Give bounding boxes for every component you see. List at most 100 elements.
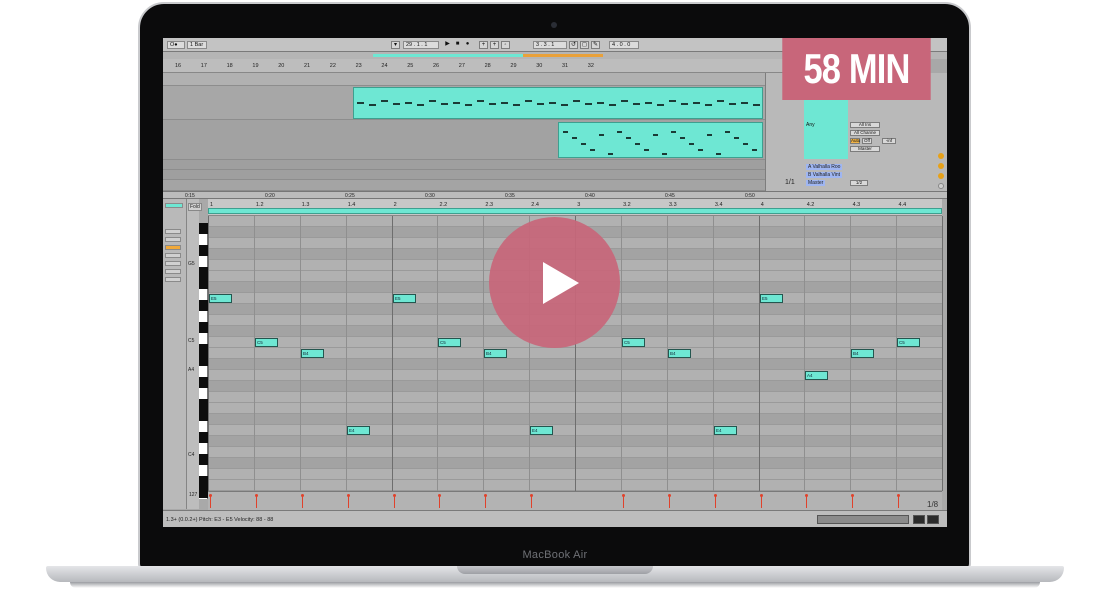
clip-prop-button[interactable] [165,229,181,234]
midi-note[interactable]: C5 [438,338,461,347]
piano-black-key[interactable] [199,344,208,355]
velocity-marker[interactable] [530,494,533,508]
velocity-marker[interactable] [760,494,763,508]
velocity-marker[interactable] [714,494,717,508]
piano-black-key[interactable] [199,399,208,410]
midi-clip[interactable] [353,87,763,119]
output-select[interactable]: Master [850,146,880,152]
auto-button-2[interactable]: Auto [850,138,860,144]
piano-black-key[interactable] [199,245,208,256]
off-button-2[interactable]: Off [862,138,872,144]
midi-note[interactable]: C5 [897,338,920,347]
midi-note[interactable]: E4 [530,426,553,435]
piano-black-key[interactable] [199,487,208,498]
midi-note[interactable]: B4 [668,349,691,358]
velocity-marker[interactable] [805,494,808,508]
clip-prop-button[interactable] [165,269,181,274]
velocity-marker[interactable] [897,494,900,508]
clip-note-mark [489,103,496,105]
clip-prop-button[interactable] [165,261,181,266]
midi-note[interactable]: A4 [805,371,828,380]
track-activator-icon[interactable] [938,163,944,169]
clip-prop-button[interactable] [165,277,181,282]
fold-button[interactable]: Fold [188,203,202,211]
loop-brace[interactable] [208,208,942,214]
velocity-marker[interactable] [209,494,212,508]
mode-field[interactable]: O● [167,41,185,49]
midi-note[interactable]: E5 [209,294,232,303]
piano-black-key[interactable] [199,432,208,443]
track-lane-1[interactable] [163,86,803,120]
piano-black-key[interactable] [199,355,208,366]
piano-black-key[interactable] [199,278,208,289]
loop-start-field[interactable]: 3 . 3 . 1 [533,41,567,49]
return-track-a[interactable] [163,160,803,170]
midi-note[interactable]: E5 [393,294,416,303]
piano-keyboard[interactable] [199,223,208,499]
midi-note[interactable]: E5 [760,294,783,303]
quantize-select[interactable]: 1 Bar [187,41,207,49]
piano-black-key[interactable] [199,322,208,333]
arrangement-ruler[interactable]: 16 17 18 19 20 21 22 23 24 25 26 27 28 29 30 31 32 [163,59,803,73]
volume-readout[interactable]: -inf [882,138,896,144]
overview-map[interactable] [817,515,909,524]
master-track[interactable] [163,180,803,191]
velocity-marker[interactable] [668,494,671,508]
piano-black-key[interactable] [199,410,208,421]
input-select[interactable]: All Ins [850,122,880,128]
stop-icon[interactable]: ■ [453,41,462,49]
punch-icon[interactable]: ◻ [580,41,589,49]
piano-black-key[interactable] [199,476,208,487]
position-field[interactable]: 29 . 1 . 1 [403,41,439,49]
master-name[interactable]: Master [806,180,826,186]
master-fraction[interactable]: 1/2 [850,180,868,186]
midi-note[interactable]: E4 [347,426,370,435]
return-a-name[interactable]: A Valhalla Roo [806,164,843,170]
velocity-marker[interactable] [393,494,396,508]
track-activator-icon[interactable] [938,153,944,159]
midi-note[interactable]: B4 [851,349,874,358]
velocity-marker[interactable] [255,494,258,508]
velocity-marker[interactable] [622,494,625,508]
velocity-marker[interactable] [347,494,350,508]
follow-button[interactable]: ▾ [391,41,400,49]
piano-black-key[interactable] [199,267,208,278]
piano-black-key[interactable] [199,223,208,234]
velocity-marker[interactable] [851,494,854,508]
track-lane-2[interactable] [163,120,803,160]
velocity-marker[interactable] [301,494,304,508]
midi-clip[interactable] [558,122,763,158]
clip-prop-button[interactable] [165,245,181,250]
bar-number: 21 [304,63,311,69]
view-toggle-icon[interactable] [913,515,925,524]
velocity-marker[interactable] [484,494,487,508]
piano-black-key[interactable] [199,454,208,465]
loop-length-field[interactable]: 4 . 0 . 0 [609,41,639,49]
play-overlay-button[interactable] [489,217,620,348]
overdub-icon[interactable]: + [479,41,488,49]
play-transport-icon[interactable]: ▶ [443,41,452,49]
velocity-lane[interactable] [208,491,942,510]
clip-color-button[interactable] [165,203,183,208]
record-icon[interactable]: ● [463,41,472,49]
clip-prop-button[interactable] [165,237,181,242]
return-b-name[interactable]: B Valhalla Vint [806,172,843,178]
velocity-marker[interactable] [438,494,441,508]
view-toggle-icon[interactable] [927,515,939,524]
midi-note[interactable]: E4 [714,426,737,435]
master-activator-icon[interactable] [938,183,944,189]
track-activator-icon[interactable] [938,173,944,179]
midi-note[interactable]: B4 [484,349,507,358]
return-track-b[interactable] [163,170,803,180]
piano-black-key[interactable] [199,377,208,388]
loop-icon[interactable]: ↺ [569,41,578,49]
capture-icon[interactable]: ◦ [501,41,510,49]
channel-select[interactable]: All Channe [850,130,880,136]
midi-note[interactable]: C5 [255,338,278,347]
midi-note[interactable]: C5 [622,338,645,347]
clip-prop-button[interactable] [165,253,181,258]
automation-icon[interactable]: + [490,41,499,49]
draw-mode-icon[interactable]: ✎ [591,41,600,49]
piano-black-key[interactable] [199,300,208,311]
midi-note[interactable]: B4 [301,349,324,358]
